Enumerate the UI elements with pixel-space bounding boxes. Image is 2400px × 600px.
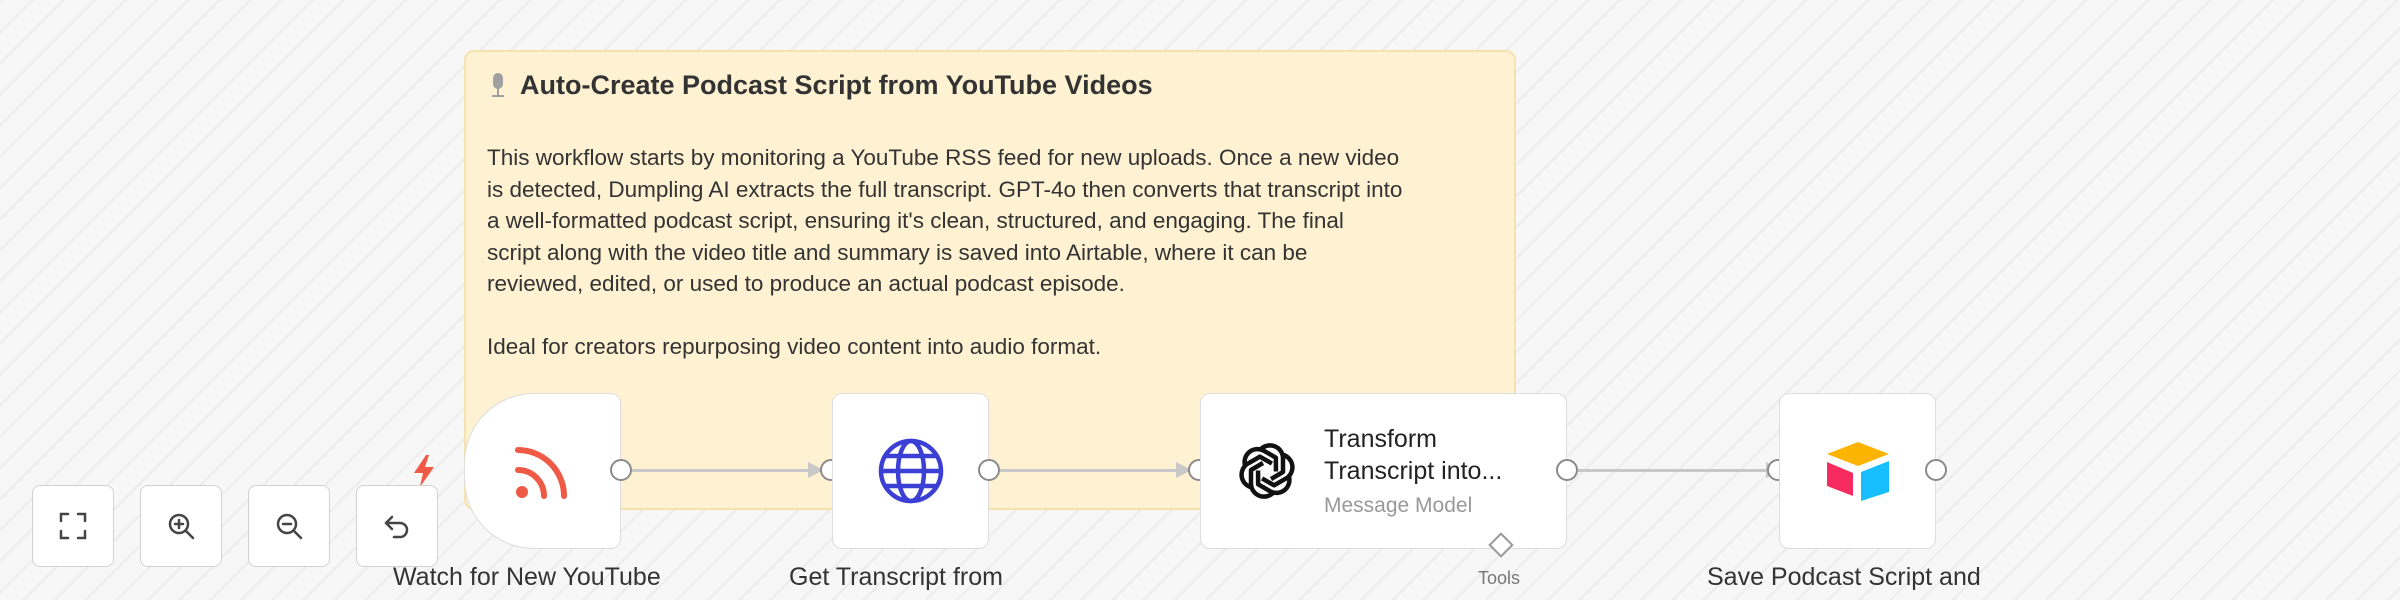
sticky-line: a well-formatted podcast script, ensurin… [487, 208, 1344, 233]
openai-node-subtitle: Message Model [1324, 494, 1473, 517]
fit-view-icon [59, 512, 87, 540]
openai-node-title: Transform Transcript into... [1324, 423, 1544, 487]
openai-icon [1239, 443, 1295, 499]
sticky-title-text: Auto-Create Podcast Script from YouTube … [520, 70, 1153, 100]
openai-output-port[interactable] [1556, 459, 1578, 481]
openai-title-line: Transform [1324, 425, 1437, 453]
microphone-icon [490, 72, 506, 99]
connection-line[interactable] [1000, 469, 1180, 472]
rss-node-label: Watch for New YouTube [393, 563, 661, 591]
sticky-line: reviewed, edited, or used to produce an … [487, 271, 1125, 296]
sticky-line: script along with the video title and su… [487, 239, 1308, 265]
http-node-label: Get Transcript from [789, 563, 1003, 591]
sticky-closing: Ideal for creators repurposing video con… [487, 333, 1102, 359]
zoom-in-button[interactable] [140, 485, 222, 567]
connection-line[interactable] [1578, 469, 1770, 472]
http-request-node[interactable] [832, 393, 989, 549]
trigger-lightning-icon [414, 455, 434, 487]
reset-zoom-button[interactable] [356, 485, 438, 567]
airtable-node[interactable] [1779, 393, 1936, 549]
airtable-output-port[interactable] [1925, 459, 1947, 481]
sticky-line: This workflow starts by monitoring a You… [487, 145, 1400, 170]
tools-connector-label: Tools [1478, 568, 1521, 588]
undo-icon [384, 515, 409, 539]
zoom-out-icon [276, 513, 303, 540]
sticky-note-body: This workflow starts by monitoring a You… [487, 142, 1497, 362]
airtable-node-label: Save Podcast Script and [1707, 563, 1981, 591]
rss-output-port[interactable] [610, 459, 632, 481]
rss-icon [514, 447, 567, 499]
zoom-in-icon [168, 513, 195, 540]
globe-icon [878, 438, 943, 504]
connection-line[interactable] [632, 469, 812, 472]
sticky-note-title: Auto-Create Podcast Script from YouTube … [490, 70, 1153, 101]
http-output-port[interactable] [978, 459, 1000, 481]
fit-view-button[interactable] [32, 485, 114, 567]
rss-trigger-node[interactable] [464, 393, 621, 549]
airtable-icon [1826, 442, 1889, 501]
openai-title-line: Transcript into... [1324, 457, 1503, 485]
zoom-out-button[interactable] [248, 485, 330, 567]
sticky-line: is detected, Dumpling AI extracts the fu… [487, 176, 1403, 202]
